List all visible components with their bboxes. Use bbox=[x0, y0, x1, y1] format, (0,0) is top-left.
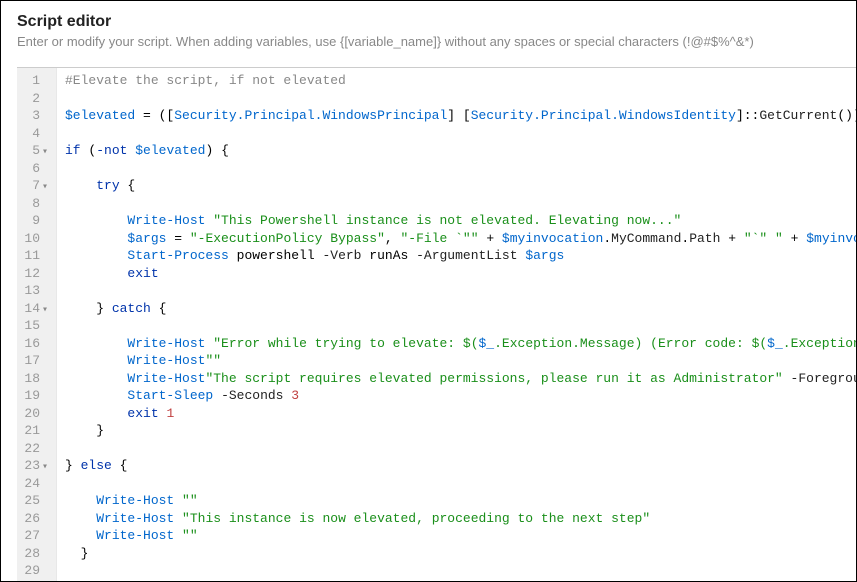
line-number: 2 bbox=[23, 90, 48, 108]
line-number: 30 bbox=[23, 580, 48, 582]
line-number: 18 bbox=[23, 370, 48, 388]
code-line[interactable]: Write-Host"" bbox=[65, 352, 856, 370]
line-number: 8 bbox=[23, 195, 48, 213]
code-line[interactable] bbox=[65, 125, 856, 143]
line-number: 21 bbox=[23, 422, 48, 440]
code-line[interactable]: exit 1 bbox=[65, 405, 856, 423]
line-number: 3 bbox=[23, 107, 48, 125]
line-gutter: 12345 ▾67 ▾891011121314 ▾151617181920212… bbox=[17, 68, 57, 581]
line-number: 9 bbox=[23, 212, 48, 230]
code-line[interactable] bbox=[65, 317, 856, 335]
line-number: 5 ▾ bbox=[23, 142, 48, 160]
code-line[interactable]: Write-Host "" bbox=[65, 527, 856, 545]
code-line[interactable]: $args = "-ExecutionPolicy Bypass", "-Fil… bbox=[65, 230, 856, 248]
code-area[interactable]: 12345 ▾67 ▾891011121314 ▾151617181920212… bbox=[17, 68, 856, 581]
code-line[interactable] bbox=[65, 475, 856, 493]
fold-toggle-icon[interactable]: ▾ bbox=[40, 144, 48, 162]
code-line[interactable]: Write-Host "" bbox=[65, 492, 856, 510]
code-line[interactable]: Write-Host"The script requires elevated … bbox=[65, 370, 856, 388]
line-number: 19 bbox=[23, 387, 48, 405]
script-editor-panel: Script editor Enter or modify your scrip… bbox=[0, 0, 857, 582]
code-line[interactable]: #Elevate the script, if not elevated bbox=[65, 72, 856, 90]
code-line[interactable]: Start-Process powershell -Verb runAs -Ar… bbox=[65, 247, 856, 265]
line-number: 11 bbox=[23, 247, 48, 265]
code-line[interactable] bbox=[65, 282, 856, 300]
code-line[interactable] bbox=[65, 195, 856, 213]
code-line[interactable]: Write-Host "This Powershell instance is … bbox=[65, 212, 856, 230]
fold-toggle-icon[interactable]: ▾ bbox=[40, 459, 48, 477]
line-number: 6 bbox=[23, 160, 48, 178]
code-line[interactable]: } else { bbox=[65, 457, 856, 475]
line-number: 28 bbox=[23, 545, 48, 563]
code-line[interactable]: Write-Host "This instance is now elevate… bbox=[65, 510, 856, 528]
code-line[interactable]: Write-Host "Error while trying to elevat… bbox=[65, 335, 856, 353]
code-line[interactable]: Start-Sleep -Seconds 3 bbox=[65, 387, 856, 405]
line-number: 16 bbox=[23, 335, 48, 353]
line-number: 23 ▾ bbox=[23, 457, 48, 475]
line-number: 22 bbox=[23, 440, 48, 458]
line-number: 24 bbox=[23, 475, 48, 493]
line-number: 25 bbox=[23, 492, 48, 510]
code-line[interactable]: try { bbox=[65, 177, 856, 195]
line-number: 15 bbox=[23, 317, 48, 335]
line-number: 4 bbox=[23, 125, 48, 143]
line-number: 1 bbox=[23, 72, 48, 90]
fold-toggle-icon[interactable]: ▾ bbox=[40, 179, 48, 197]
line-number: 17 bbox=[23, 352, 48, 370]
code-line[interactable] bbox=[65, 160, 856, 178]
editor-header: Script editor Enter or modify your scrip… bbox=[1, 1, 856, 59]
code-line[interactable] bbox=[65, 562, 856, 580]
line-number: 29 bbox=[23, 562, 48, 580]
editor-subtitle: Enter or modify your script. When adding… bbox=[17, 34, 840, 49]
line-number: 14 ▾ bbox=[23, 300, 48, 318]
editor-title: Script editor bbox=[17, 13, 840, 31]
code-editor[interactable]: 12345 ▾67 ▾891011121314 ▾151617181920212… bbox=[17, 67, 856, 581]
code-line[interactable]: #Display OS version bbox=[65, 580, 856, 582]
code-line[interactable] bbox=[65, 90, 856, 108]
line-number: 12 bbox=[23, 265, 48, 283]
line-number: 7 ▾ bbox=[23, 177, 48, 195]
line-number: 13 bbox=[23, 282, 48, 300]
line-number: 10 bbox=[23, 230, 48, 248]
code-line[interactable]: exit bbox=[65, 265, 856, 283]
line-number: 26 bbox=[23, 510, 48, 528]
line-number: 27 bbox=[23, 527, 48, 545]
code-line[interactable]: } bbox=[65, 545, 856, 563]
code-line[interactable]: } bbox=[65, 422, 856, 440]
code-line[interactable] bbox=[65, 440, 856, 458]
code-content[interactable]: #Elevate the script, if not elevated $el… bbox=[57, 68, 856, 581]
code-line[interactable]: if (-not $elevated) { bbox=[65, 142, 856, 160]
line-number: 20 bbox=[23, 405, 48, 423]
code-line[interactable]: } catch { bbox=[65, 300, 856, 318]
code-line[interactable]: $elevated = ([Security.Principal.Windows… bbox=[65, 107, 856, 125]
